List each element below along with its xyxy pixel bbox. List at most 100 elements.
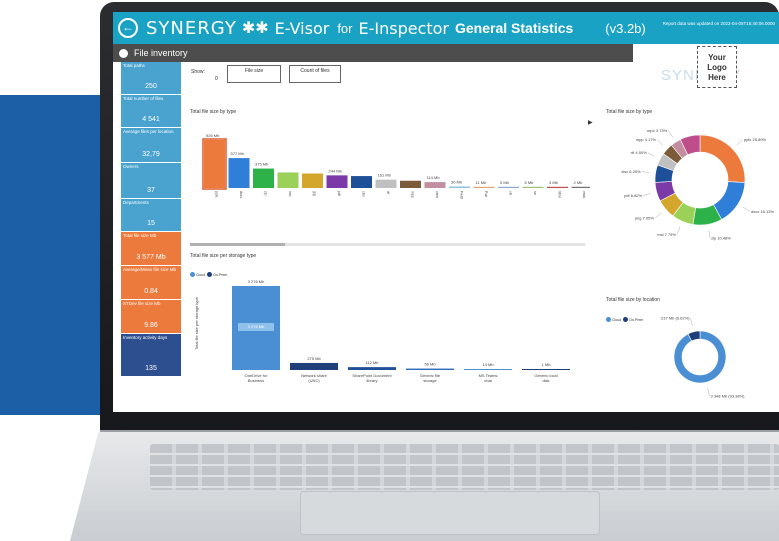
kpi-label: Average/Mean file size Mb: [123, 267, 176, 272]
type-donut-title: Total file size by type: [606, 109, 653, 115]
bar-data-label: 3 276 Mb: [248, 279, 265, 284]
count-of-files-button[interactable]: Count of files: [289, 65, 341, 83]
update-timestamp: Report data was updated on 2022-04-05T16…: [662, 21, 775, 26]
file-type-legend: pptxdocxzipmsijpgpdfxlsxrtfmppxlsmpngvsd…: [190, 120, 585, 128]
bar: [571, 186, 590, 188]
kpi-label: Average files per location: [123, 129, 174, 134]
donut-leader-line: [668, 130, 673, 138]
storage-bar: [522, 369, 570, 370]
bar: [326, 175, 348, 188]
bar: [204, 140, 225, 188]
bar-tick-label: xlsm: [435, 191, 439, 198]
donut-data-label: 237 Mb (6.62%): [661, 317, 690, 321]
storage-category-label: SharePoint Document library: [352, 373, 392, 383]
kpi-card: Total number of files 4 541: [121, 95, 181, 127]
bar-tick-label: pdf: [337, 191, 341, 196]
bar-tick-label: rar: [533, 191, 537, 196]
version-label: (v3.2b): [605, 20, 646, 36]
logo-line-1: Your: [708, 53, 726, 62]
section-bullet-icon: [119, 48, 128, 58]
scrollbar-thumb[interactable]: [190, 243, 285, 246]
laptop-trackpad: [300, 491, 600, 535]
bar-data-label: 5 Mb: [500, 180, 510, 185]
kpi-card: Owners 37: [121, 163, 181, 198]
storage-bar: [406, 368, 454, 370]
bar-data-label: 11 Mb: [476, 180, 488, 185]
donut-leader-line: [690, 318, 693, 326]
donut-data-label: pdf 6.82%: [624, 193, 642, 198]
file-type-bar-chart: 926 Mb pptx 577 Mb docx 375 Mb zip msi jpg 244 M…: [202, 133, 590, 199]
type-donut-chart: pptx 25.89% docx 16.13% zip 10.48% msi 7.79…: [621, 128, 774, 241]
for-text: for: [337, 20, 353, 36]
bar-data-label: 926 Mb: [206, 133, 220, 138]
kpi-card: STDev file size Mb 9.86: [121, 300, 181, 333]
donut-leader-line: [647, 152, 655, 157]
donut-data-label: pptx 25.89%: [744, 137, 767, 142]
donut-data-label: 3 348 Mb (93.38%): [710, 393, 745, 398]
donut-leader-line: [656, 139, 663, 146]
donut-leader-line: [736, 139, 744, 146]
donut-leader-line: [643, 193, 651, 196]
show-label: Show:: [191, 69, 205, 75]
kpi-value: 9.86: [144, 322, 158, 329]
bar: [424, 182, 446, 188]
kpi-label: Total file size Mb: [123, 233, 157, 238]
brand-name: SYNERGY: [146, 17, 237, 39]
bar-data-label: 161 Mb: [378, 173, 392, 178]
back-arrow-icon[interactable]: ←: [118, 18, 138, 38]
bar-data-label: 577 Mb: [231, 151, 245, 156]
storage-category-label: Network share (UNC): [301, 373, 328, 383]
bar-data-label: 112 Mb: [365, 360, 379, 365]
y-axis-label: Total file size per storage type: [194, 296, 199, 350]
kpi-card: Total file size Mb 3 577 Mb: [121, 232, 181, 265]
kpi-card: Average/Mean file size Mb 0.84: [121, 266, 181, 299]
kpi-value: 37: [147, 187, 155, 194]
kpi-card: Total paths 250: [121, 62, 181, 94]
bar-tick-label: Pub: [484, 191, 488, 197]
legend-next-icon[interactable]: ▶: [588, 119, 593, 126]
bar: [253, 168, 274, 188]
kpi-label: Departments: [123, 200, 149, 205]
donut-slice: [699, 134, 746, 183]
bar-tick-label: Field: [460, 191, 464, 199]
kpi-label: Total paths: [123, 63, 145, 68]
background-blue-panel: [0, 95, 102, 415]
app-header: ← SYNERGY ✱✱ E-Visor for E-Inspector Gen…: [113, 12, 779, 44]
kpi-value: 135: [145, 365, 157, 372]
kpi-value: 4 541: [142, 116, 160, 123]
bar-tick-label: xls: [509, 191, 513, 196]
storage-category-label: Generic file storage: [420, 373, 441, 383]
file-type-chart-title: Total file size by type: [190, 109, 237, 115]
bar-data-label: 3 Mb: [549, 180, 559, 185]
section-header: File inventory: [113, 44, 633, 62]
bar: [375, 179, 397, 188]
logo-line-2: Logo: [707, 63, 727, 72]
dashboard-screen: ← SYNERGY ✱✱ E-Visor for E-Inspector Gen…: [113, 12, 779, 412]
location-donut-chart: 3 348 Mb (93.38%) 237 Mb (6.62%): [661, 317, 745, 398]
storage-bar: [464, 369, 512, 370]
bar-tick-label: docx: [239, 191, 243, 199]
bar-tick-label: msi: [288, 191, 292, 197]
bar: [473, 186, 495, 188]
bar-data-label: 14 Mb: [482, 362, 494, 367]
kpi-label: Inventory activity days: [123, 335, 168, 340]
bar-data-label: 30 Mb: [451, 179, 463, 184]
show-value: 0: [215, 76, 218, 82]
bar: [228, 158, 250, 188]
kpi-value: 32,79: [142, 151, 160, 158]
kpi-sidebar: Total paths 250 Total number of files 4 541…: [121, 62, 181, 380]
bar-data-label: 1 Mb: [542, 362, 552, 367]
bar-data-label: 2 Mb: [574, 180, 584, 185]
kpi-label: Owners: [123, 164, 139, 169]
donut-leader-line: [707, 388, 710, 396]
bar-tick-label: xlsx: [362, 191, 366, 197]
bar-tick-label: jpg: [313, 190, 317, 196]
donut-leader-line: [676, 226, 681, 235]
storage-category-label: MS Teams chat: [479, 373, 498, 383]
app-name-inspector: E-Inspector: [358, 18, 449, 38]
donut-data-label: png 7.05%: [635, 216, 655, 221]
file-size-button[interactable]: File size: [227, 65, 281, 83]
page-title: General Statistics: [455, 20, 574, 36]
logo-placeholder: Your Logo Here: [697, 46, 737, 88]
storage-bar-chart: Total file size per storage type 3 276 Mb…: [194, 279, 570, 383]
